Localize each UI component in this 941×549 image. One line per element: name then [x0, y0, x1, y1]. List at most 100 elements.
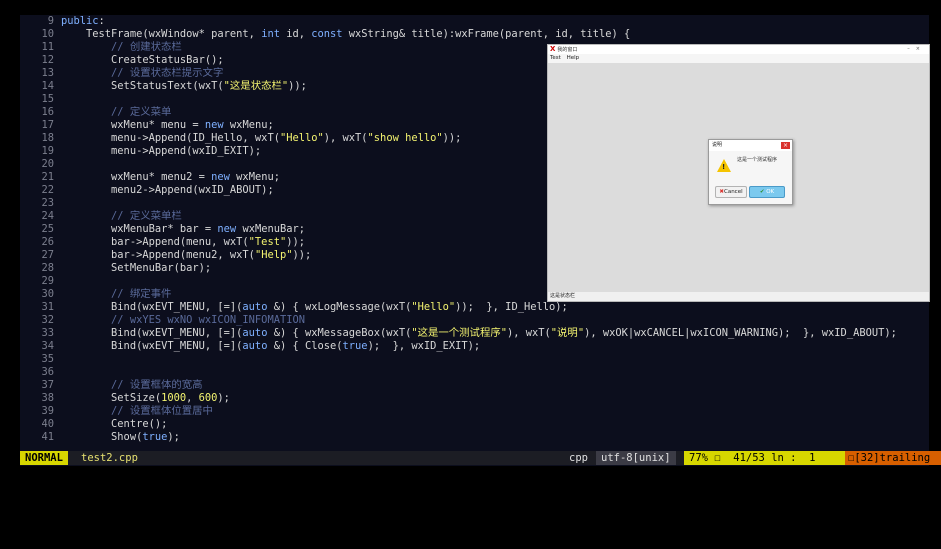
code-line[interactable]: 40 Centre();: [20, 419, 167, 430]
code-token: menu2->Append(wxID_ABOUT);: [61, 184, 274, 196]
code-line[interactable]: 29: [20, 276, 61, 287]
ok-button[interactable]: ✔ OK: [749, 186, 785, 198]
code-line[interactable]: 12 CreateStatusBar();: [20, 55, 223, 66]
code-line[interactable]: 35: [20, 354, 61, 365]
code-token: bar->Append(menu, wxT(: [61, 236, 249, 248]
code-token: Bind(wxEVT_MENU, [=](: [61, 301, 243, 313]
line-number: 14: [41, 80, 54, 92]
code-token: // 设置框体的宽高: [111, 379, 203, 391]
code-line[interactable]: 18 menu->Append(ID_Hello, wxT("Hello"), …: [20, 133, 461, 144]
line-number: 26: [41, 236, 54, 248]
code-line[interactable]: 24 // 定义菜单栏: [20, 210, 181, 222]
cancel-button[interactable]: ✖Cancel: [715, 186, 747, 198]
code-text: bar->Append(menu2, wxT("Help"));: [61, 249, 311, 261]
check-icon: ✔: [759, 189, 765, 195]
code-line[interactable]: 38 SetSize(1000, 600);: [20, 392, 230, 404]
app-title: 我的窗口: [557, 47, 578, 53]
code-text: Centre();: [61, 418, 167, 430]
code-line[interactable]: 36: [20, 367, 61, 378]
code-line[interactable]: 39 // 设置框体位置居中: [20, 405, 213, 417]
code-line[interactable]: 41 Show(true);: [20, 431, 180, 443]
app-menubar: Test Help: [548, 54, 929, 63]
code-line[interactable]: 20: [20, 159, 61, 170]
code-line[interactable]: 13 // 设置状态栏提示文字: [20, 68, 223, 79]
ok-label: OK: [766, 189, 775, 195]
message-text: 这是一个测试程序: [737, 157, 778, 163]
code-line[interactable]: 31 Bind(wxEVT_MENU, [=](auto &) { wxLogM…: [20, 301, 568, 313]
message-box-title: 说明: [712, 142, 723, 148]
code-token: Bind(wxEVT_MENU, [=](: [61, 327, 243, 339]
code-line[interactable]: 27 bar->Append(menu2, wxT("Help"));: [20, 250, 311, 261]
code-line[interactable]: 32 // wxYES wxNO wxICON_INFOMATION: [20, 315, 305, 326]
code-token: Bind(wxEVT_MENU, [=](: [61, 340, 243, 352]
code-token: // 创建状态栏: [111, 41, 182, 53]
cancel-label: Cancel: [723, 189, 743, 195]
line-number: 33: [41, 327, 54, 339]
app-titlebar[interactable]: X 我的窗口 –×: [548, 45, 929, 54]
code-token: wxString& title):wxFrame(parent, id, tit…: [342, 28, 631, 40]
code-line[interactable]: 21 wxMenu* menu2 = new wxMenu;: [20, 171, 280, 183]
code-token: TestFrame(wxWindow* parent,: [61, 28, 262, 40]
close-window-icon[interactable]: ×: [916, 46, 926, 52]
code-token: // 设置框体位置居中: [111, 405, 213, 417]
code-line[interactable]: 11 // 创建状态栏: [20, 41, 182, 53]
line-number: 13: [41, 67, 54, 79]
window-controls[interactable]: –×: [907, 45, 926, 54]
code-text: Show(true);: [61, 431, 180, 443]
menu-test[interactable]: Test: [550, 55, 561, 61]
code-token: // 定义菜单: [111, 106, 172, 118]
message-box[interactable]: 说明 × ! 这是一个测试程序 ✖Cancel ✔ OK: [708, 139, 793, 205]
close-icon[interactable]: ×: [781, 142, 790, 149]
code-line[interactable]: 25 wxMenuBar* bar = new wxMenuBar;: [20, 224, 305, 235]
trailing-warning: ☐[32]trailing: [845, 451, 941, 465]
code-token: menu->Append(wxID_EXIT);: [61, 145, 262, 157]
code-line[interactable]: 16 // 定义菜单: [20, 107, 171, 118]
code-line[interactable]: 37 // 设置框体的宽高: [20, 379, 203, 391]
line-number: 19: [41, 145, 54, 157]
code-text: // 绑定事件: [61, 288, 171, 300]
code-line[interactable]: 23: [20, 198, 61, 209]
code-token: wxMenu;: [229, 171, 280, 183]
code-token: id,: [279, 28, 312, 40]
line-number: 39: [41, 405, 54, 417]
code-token: Show(: [61, 431, 143, 443]
code-line[interactable]: 28 SetMenuBar(bar);: [20, 263, 211, 274]
code-token: 1000: [161, 392, 187, 404]
code-line[interactable]: 34 Bind(wxEVT_MENU, [=](auto &) { Close(…: [20, 341, 480, 352]
code-line[interactable]: 17 wxMenu* menu = new wxMenu;: [20, 120, 273, 131]
code-token: SetMenuBar(bar);: [61, 262, 212, 274]
mode-indicator: NORMAL: [20, 451, 68, 465]
code-line[interactable]: 22 menu2->Append(wxID_ABOUT);: [20, 184, 274, 196]
code-token: )); }, ID_Hello);: [455, 301, 568, 313]
code-text: Bind(wxEVT_MENU, [=](auto &) { Close(tru…: [61, 340, 480, 352]
code-token: const: [311, 28, 343, 40]
code-line[interactable]: 15: [20, 94, 61, 105]
code-text: // 创建状态栏: [61, 41, 182, 53]
code-line[interactable]: 14 SetStatusText(wxT("这是状态栏"));: [20, 80, 306, 92]
warning-mark: !: [722, 163, 726, 171]
line-number: 15: [41, 93, 54, 105]
code-line[interactable]: 19 menu->Append(wxID_EXIT);: [20, 146, 261, 157]
code-token: "说明": [550, 327, 585, 339]
code-token: );: [217, 392, 230, 404]
line-number: 32: [41, 314, 54, 326]
menu-help[interactable]: Help: [567, 55, 580, 61]
code-text: // wxYES wxNO wxICON_INFOMATION: [61, 314, 305, 326]
code-line[interactable]: 10 TestFrame(wxWindow* parent, int id, c…: [20, 29, 630, 40]
code-line[interactable]: 33 Bind(wxEVT_MENU, [=](auto &) { wxMess…: [20, 327, 896, 339]
code-text: // 设置状态栏提示文字: [61, 67, 223, 79]
code-line[interactable]: 26 bar->Append(menu, wxT("Test"));: [20, 237, 305, 248]
minimize-icon[interactable]: –: [907, 46, 916, 52]
code-line[interactable]: 9 public:: [20, 16, 105, 27]
code-token: auto: [242, 301, 268, 313]
code-token: Centre();: [61, 418, 168, 430]
encoding: utf-8[unix]: [596, 451, 676, 465]
line-number: 21: [41, 171, 54, 183]
code-line[interactable]: 30 // 绑定事件: [20, 289, 171, 300]
